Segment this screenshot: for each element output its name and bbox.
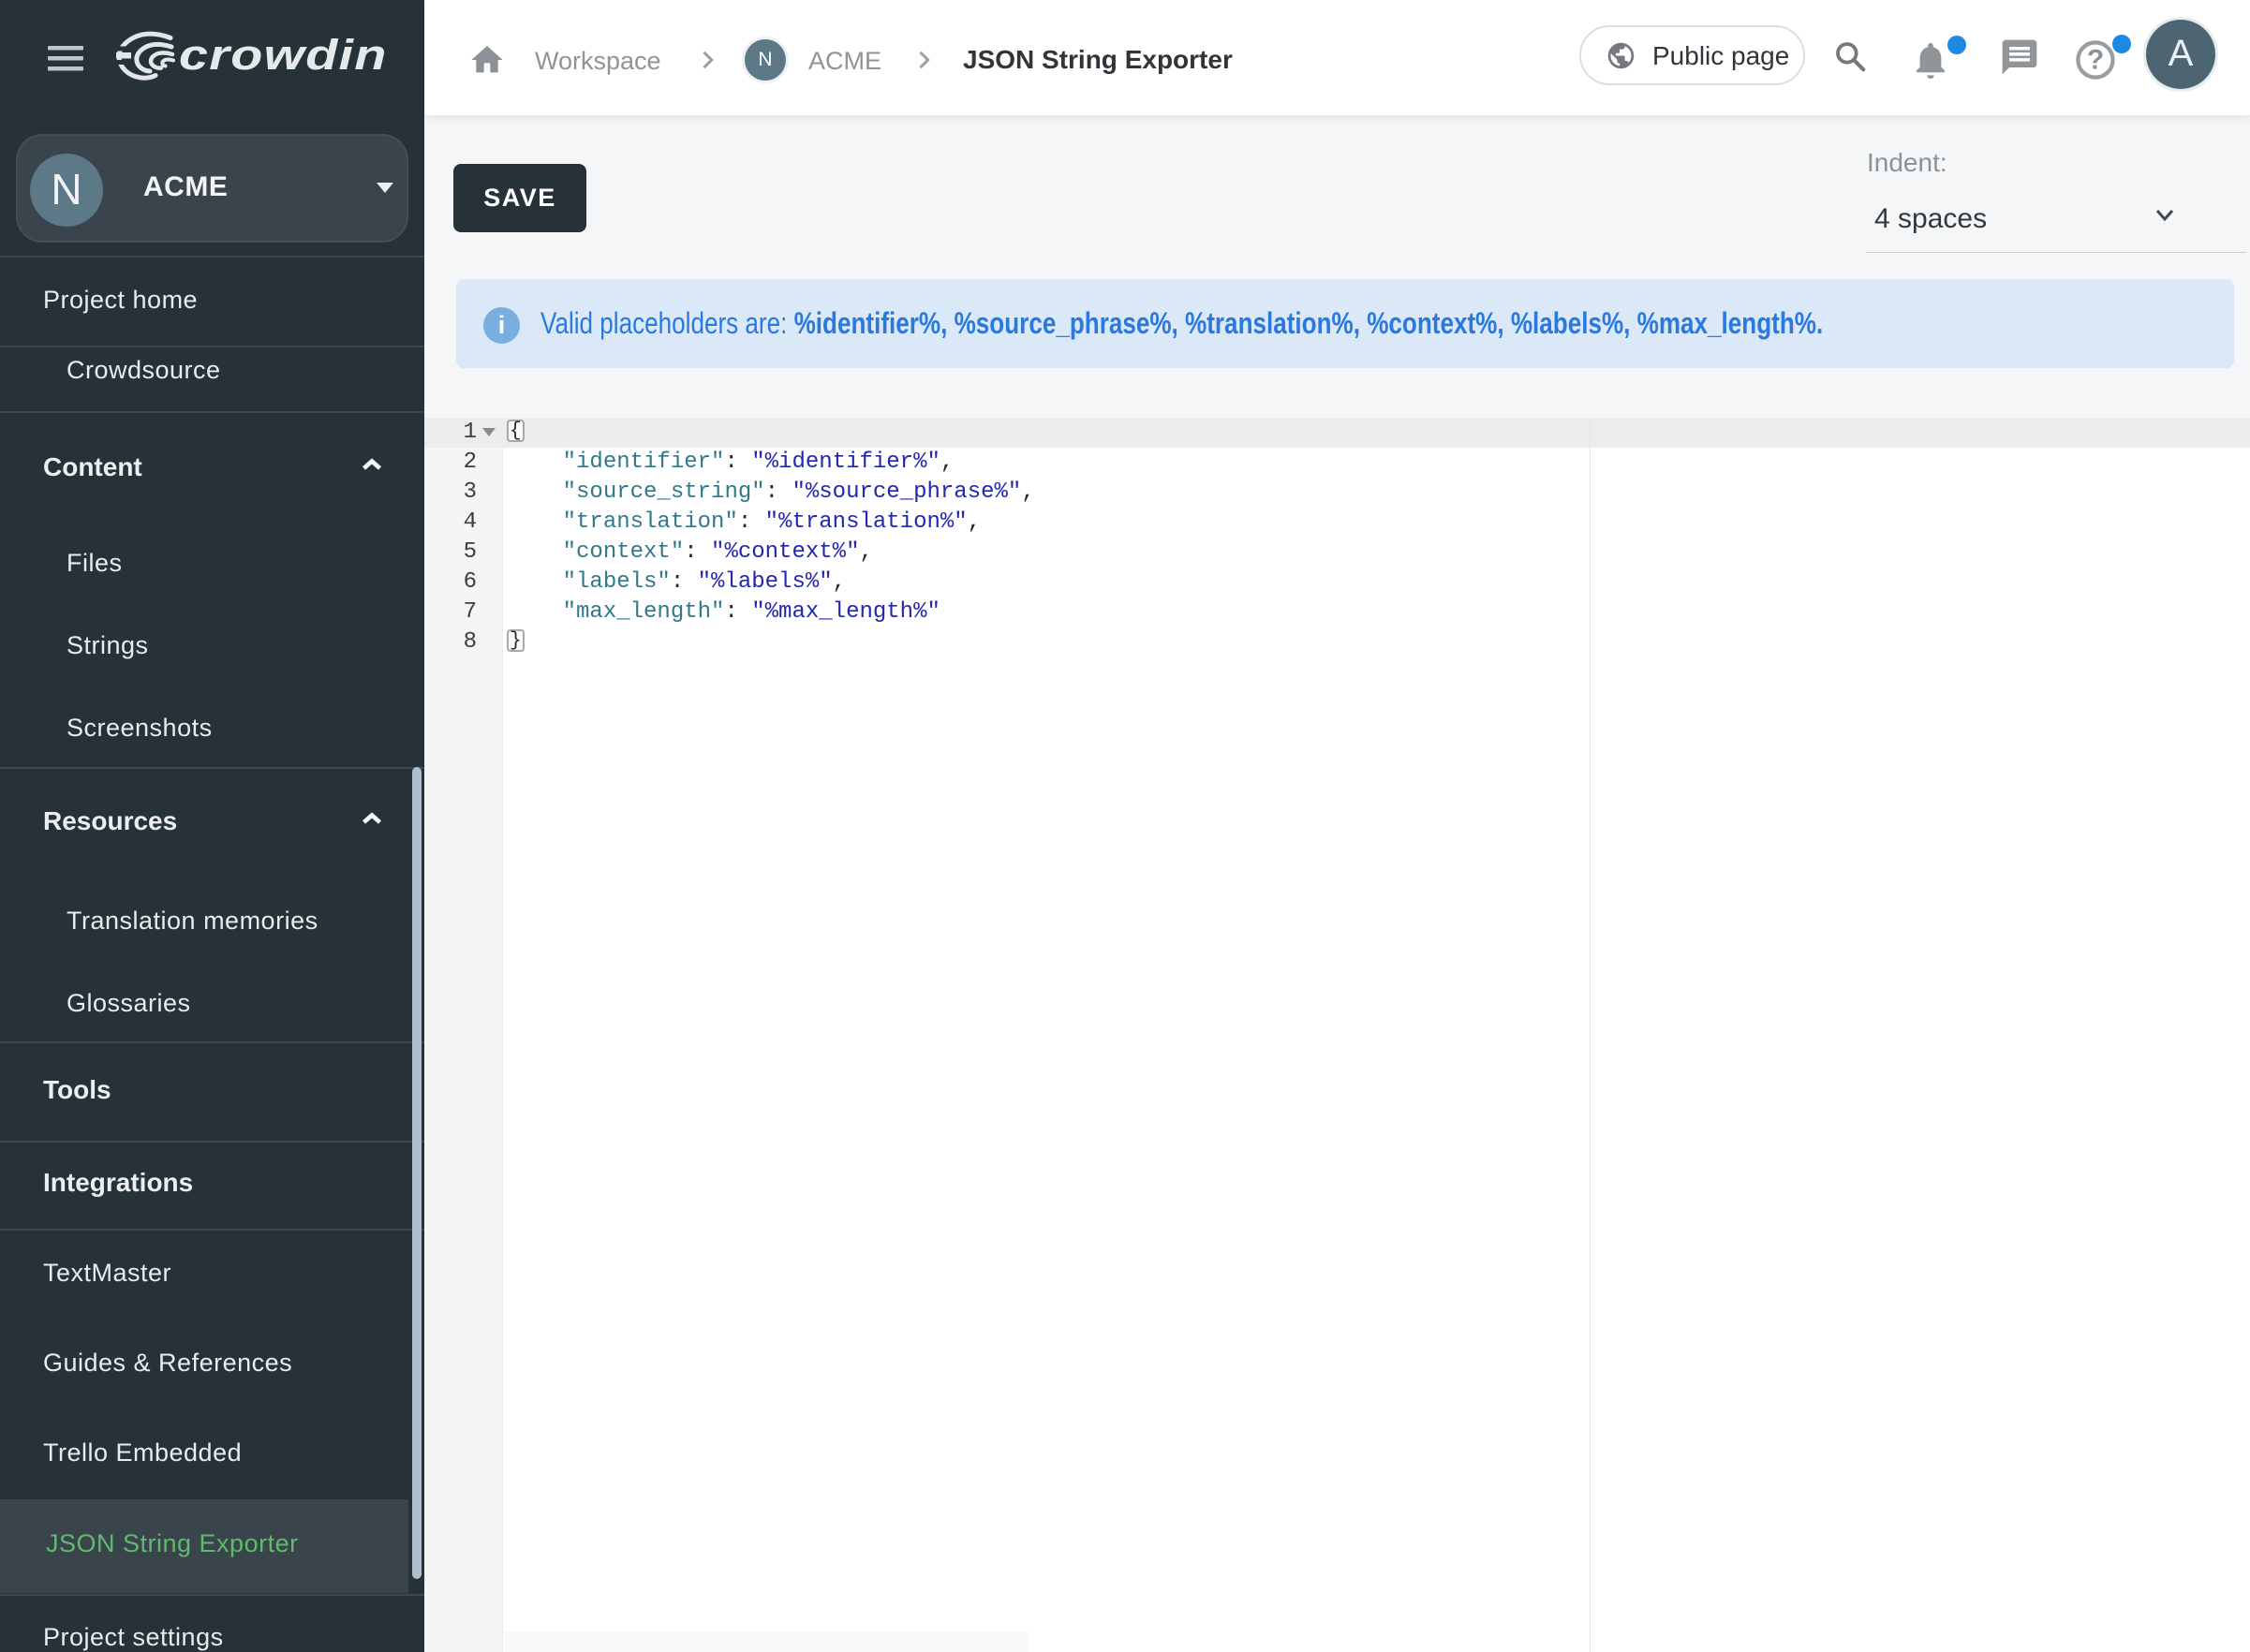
svg-text:?: ?: [2087, 45, 2104, 76]
